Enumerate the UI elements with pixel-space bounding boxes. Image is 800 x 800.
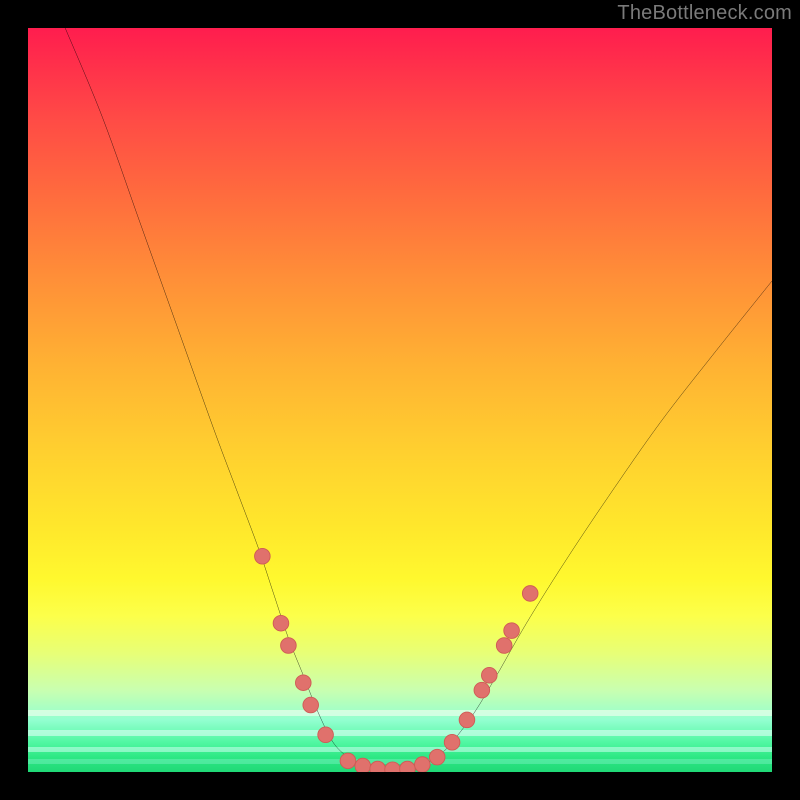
- curve-marker: [522, 586, 538, 602]
- curve-marker: [415, 757, 431, 772]
- curve-marker: [273, 615, 289, 631]
- curve-marker: [318, 727, 334, 743]
- curve-marker: [303, 697, 319, 713]
- curve-marker: [444, 734, 460, 750]
- curve-marker: [355, 758, 371, 772]
- curve-marker: [385, 762, 401, 772]
- curve-marker: [429, 749, 445, 765]
- curve-marker: [255, 548, 271, 564]
- curve-marker: [295, 675, 311, 691]
- plot-area: [28, 28, 772, 772]
- bottleneck-curve: [65, 28, 772, 772]
- curve-marker: [370, 761, 386, 772]
- curve-marker: [504, 623, 520, 639]
- watermark-text: TheBottleneck.com: [617, 2, 792, 25]
- curve-marker: [400, 761, 416, 772]
- curve-marker: [481, 667, 497, 683]
- curve-marker: [459, 712, 475, 728]
- bottleneck-curve-svg: [28, 28, 772, 772]
- curve-marker: [281, 638, 297, 654]
- curve-marker: [340, 753, 356, 769]
- curve-marker: [474, 682, 490, 698]
- curve-marker: [496, 638, 512, 654]
- chart-frame: TheBottleneck.com: [0, 0, 800, 800]
